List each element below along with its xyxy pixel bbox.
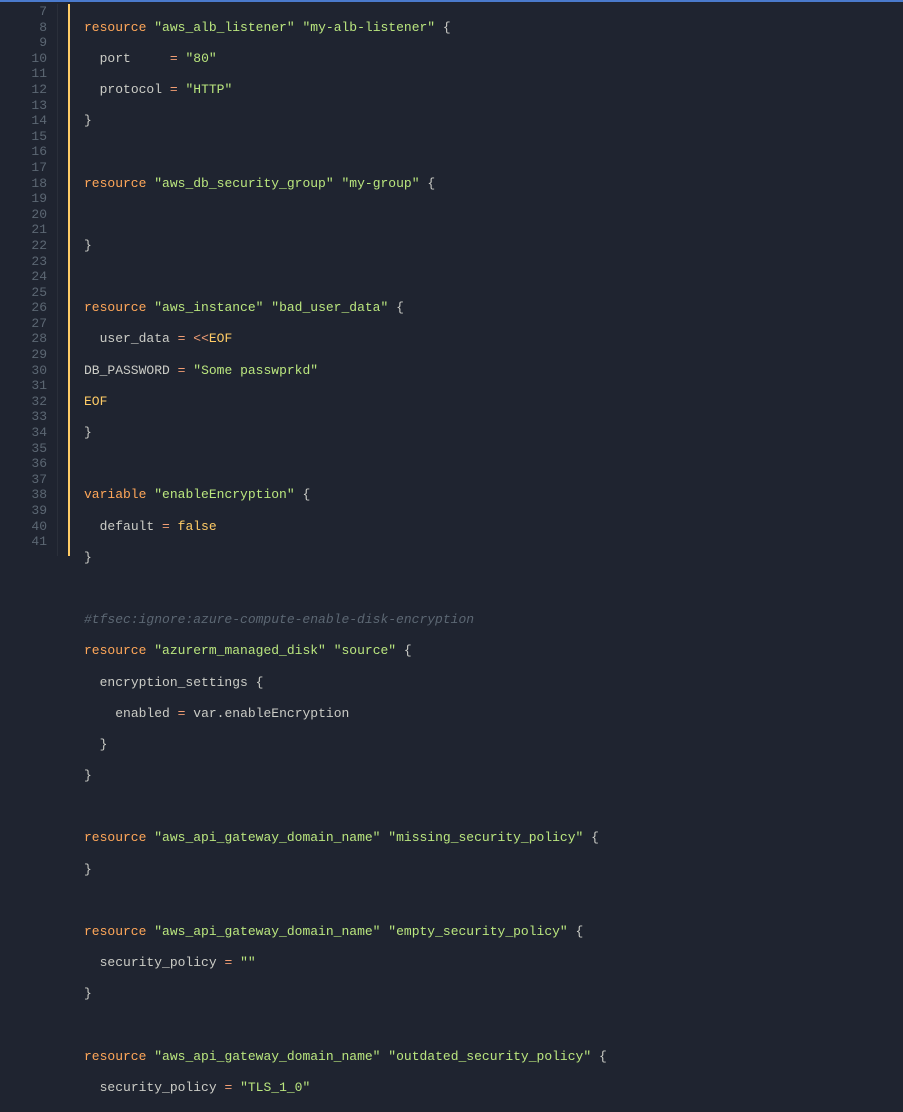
line-number: 23 bbox=[0, 254, 47, 270]
code-line: port = "80" bbox=[84, 51, 903, 67]
line-number: 18 bbox=[0, 176, 47, 192]
line-number: 15 bbox=[0, 129, 47, 145]
line-number: 9 bbox=[0, 35, 47, 51]
line-number: 29 bbox=[0, 347, 47, 363]
code-line: enabled = var.enableEncryption bbox=[84, 706, 903, 722]
code-line: } bbox=[84, 986, 903, 1002]
code-line bbox=[84, 581, 903, 597]
code-line: resource "aws_api_gateway_domain_name" "… bbox=[84, 830, 903, 846]
line-number: 25 bbox=[0, 285, 47, 301]
code-line bbox=[84, 456, 903, 472]
code-line: default = false bbox=[84, 519, 903, 535]
code-line: } bbox=[84, 238, 903, 254]
line-number: 24 bbox=[0, 269, 47, 285]
line-number: 22 bbox=[0, 238, 47, 254]
line-number: 19 bbox=[0, 191, 47, 207]
line-number: 17 bbox=[0, 160, 47, 176]
gutter-border bbox=[58, 4, 70, 556]
code-line: resource "aws_api_gateway_domain_name" "… bbox=[84, 1049, 903, 1065]
code-line: encryption_settings { bbox=[84, 675, 903, 691]
code-line: DB_PASSWORD = "Some passwprkd" bbox=[84, 363, 903, 379]
line-number: 40 bbox=[0, 519, 47, 535]
code-editor[interactable]: 7891011121314151617181920212223242526272… bbox=[0, 0, 903, 556]
code-line: security_policy = "TLS_1_0" bbox=[84, 1080, 903, 1096]
line-number: 38 bbox=[0, 487, 47, 503]
line-number: 32 bbox=[0, 394, 47, 410]
line-number: 28 bbox=[0, 331, 47, 347]
code-area[interactable]: resource "aws_alb_listener" "my-alb-list… bbox=[70, 4, 903, 556]
line-number: 31 bbox=[0, 378, 47, 394]
code-line: } bbox=[84, 550, 903, 566]
line-number: 37 bbox=[0, 472, 47, 488]
code-line: resource "azurerm_managed_disk" "source"… bbox=[84, 643, 903, 659]
code-line: } bbox=[84, 425, 903, 441]
code-line: resource "aws_db_security_group" "my-gro… bbox=[84, 176, 903, 192]
line-number: 7 bbox=[0, 4, 47, 20]
code-line: resource "aws_api_gateway_domain_name" "… bbox=[84, 924, 903, 940]
code-line: variable "enableEncryption" { bbox=[84, 487, 903, 503]
code-line: } bbox=[84, 768, 903, 784]
code-line: resource "aws_alb_listener" "my-alb-list… bbox=[84, 20, 903, 36]
code-line bbox=[84, 269, 903, 285]
line-number: 41 bbox=[0, 534, 47, 550]
line-number: 39 bbox=[0, 503, 47, 519]
line-number: 13 bbox=[0, 98, 47, 114]
line-number: 21 bbox=[0, 222, 47, 238]
code-line: } bbox=[84, 737, 903, 753]
code-line bbox=[84, 207, 903, 223]
line-number: 20 bbox=[0, 207, 47, 223]
code-line bbox=[84, 799, 903, 815]
line-number: 27 bbox=[0, 316, 47, 332]
line-number: 12 bbox=[0, 82, 47, 98]
code-line bbox=[84, 1018, 903, 1034]
code-line: protocol = "HTTP" bbox=[84, 82, 903, 98]
line-number: 10 bbox=[0, 51, 47, 67]
code-line bbox=[84, 144, 903, 160]
line-number: 26 bbox=[0, 300, 47, 316]
code-line: #tfsec:ignore:azure-compute-enable-disk-… bbox=[84, 612, 903, 628]
code-line: } bbox=[84, 862, 903, 878]
line-number: 30 bbox=[0, 363, 47, 379]
code-line: } bbox=[84, 113, 903, 129]
line-number: 16 bbox=[0, 144, 47, 160]
line-number: 35 bbox=[0, 441, 47, 457]
code-line: user_data = <<EOF bbox=[84, 331, 903, 347]
line-number: 34 bbox=[0, 425, 47, 441]
line-number-gutter: 7891011121314151617181920212223242526272… bbox=[0, 4, 58, 556]
code-line: EOF bbox=[84, 394, 903, 410]
line-number: 36 bbox=[0, 456, 47, 472]
line-number: 11 bbox=[0, 66, 47, 82]
line-number: 8 bbox=[0, 20, 47, 36]
code-line: security_policy = "" bbox=[84, 955, 903, 971]
line-number: 14 bbox=[0, 113, 47, 129]
code-line: resource "aws_instance" "bad_user_data" … bbox=[84, 300, 903, 316]
line-number: 33 bbox=[0, 409, 47, 425]
code-line bbox=[84, 893, 903, 909]
